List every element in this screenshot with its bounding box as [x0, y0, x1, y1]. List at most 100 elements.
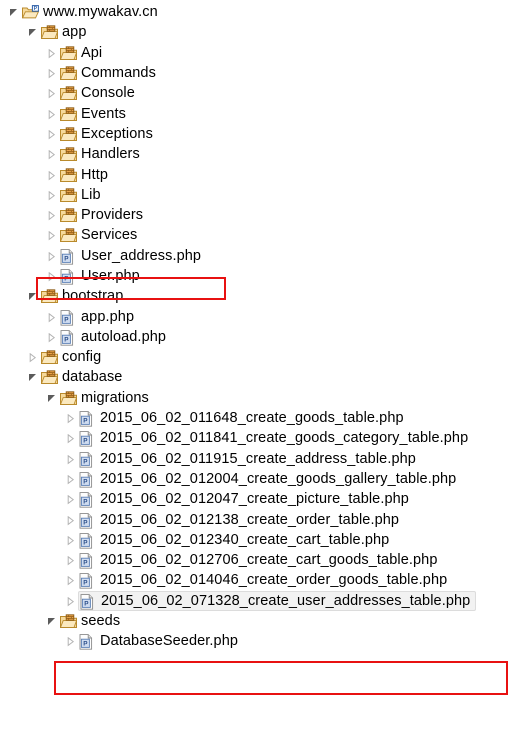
tree-item-label: User_address.php — [81, 247, 202, 264]
php-file-icon: P — [78, 408, 96, 428]
package-folder-icon — [59, 63, 77, 83]
tree-item-label: DatabaseSeeder.php — [100, 633, 239, 650]
php-file-icon: P — [78, 550, 96, 570]
tree-item-label: app.php — [81, 308, 135, 325]
tree-item-label: Exceptions — [81, 125, 153, 142]
triangle-expanded-icon[interactable] — [43, 611, 59, 631]
tree-row[interactable]: Providers — [0, 205, 520, 225]
package-folder-icon — [59, 388, 77, 408]
package-folder-icon — [59, 43, 77, 63]
triangle-collapsed-icon[interactable] — [43, 327, 59, 347]
tree-row[interactable]: config — [0, 347, 520, 367]
triangle-collapsed-icon[interactable] — [62, 408, 78, 428]
triangle-collapsed-icon[interactable] — [43, 124, 59, 144]
triangle-collapsed-icon[interactable] — [62, 469, 78, 489]
package-folder-icon — [59, 205, 77, 225]
tree-row[interactable]: Papp.php — [0, 306, 520, 326]
tree-item-label: Lib — [81, 186, 101, 203]
svg-text:P: P — [34, 6, 38, 12]
tree-row[interactable]: P 2015_06_02_012004_create_goods_gallery_… — [0, 469, 520, 489]
svg-text:P: P — [84, 600, 89, 607]
triangle-expanded-icon[interactable] — [24, 286, 40, 306]
triangle-collapsed-icon[interactable] — [43, 83, 59, 103]
package-folder-icon — [59, 144, 77, 164]
tree-row[interactable]: Commands — [0, 63, 520, 83]
triangle-collapsed-icon[interactable] — [62, 550, 78, 570]
tree-row[interactable]: P 2015_06_02_011841_create_goods_category… — [0, 428, 520, 448]
tree-row[interactable]: Events — [0, 103, 520, 123]
tree-item-label: 2015_06_02_012706_create_cart_goods_tabl… — [100, 552, 438, 569]
tree-item-label: seeds — [81, 613, 121, 630]
triangle-collapsed-icon[interactable] — [43, 104, 59, 124]
triangle-collapsed-icon[interactable] — [62, 428, 78, 448]
tree-item-label: 2015_06_02_012047_create_picture_table.p… — [100, 491, 409, 508]
tree-row[interactable]: Services — [0, 225, 520, 245]
tree-row[interactable]: P DatabaseSeeder.php — [0, 631, 520, 651]
triangle-collapsed-icon[interactable] — [43, 185, 59, 205]
tree-row[interactable]: Exceptions — [0, 124, 520, 144]
svg-text:P: P — [83, 519, 88, 526]
tree-row[interactable]: P 2015_06_02_012706_create_cart_goods_tab… — [0, 550, 520, 570]
triangle-expanded-icon[interactable] — [24, 367, 40, 387]
tree-item-label: 2015_06_02_012340_create_cart_table.php — [100, 531, 390, 548]
triangle-collapsed-icon[interactable] — [62, 591, 78, 611]
svg-text:P: P — [64, 336, 69, 343]
tree-item-label: Events — [81, 105, 126, 122]
triangle-collapsed-icon[interactable] — [62, 631, 78, 651]
tree-item-label: www.mywakav.cn — [43, 4, 158, 21]
package-folder-icon — [40, 347, 58, 367]
triangle-collapsed-icon[interactable] — [43, 63, 59, 83]
tree-row[interactable]: Pwww.mywakav.cn — [0, 2, 520, 22]
project-explorer-tree[interactable]: Pwww.mywakav.cn app Api Commands Console Even… — [0, 0, 520, 652]
tree-row[interactable]: P 2015_06_02_012047_create_picture_table.… — [0, 489, 520, 509]
tree-row[interactable]: app — [0, 22, 520, 42]
triangle-collapsed-icon[interactable] — [43, 165, 59, 185]
triangle-collapsed-icon[interactable] — [62, 449, 78, 469]
tree-row[interactable]: migrations — [0, 388, 520, 408]
triangle-collapsed-icon[interactable] — [62, 489, 78, 509]
triangle-collapsed-icon[interactable] — [43, 43, 59, 63]
tree-row[interactable]: P 2015_06_02_014046_create_order_goods_ta… — [0, 570, 520, 590]
tree-row[interactable]: P 2015_06_02_011648_create_goods_table.ph… — [0, 408, 520, 428]
tree-row[interactable]: P 2015_06_02_011915_create_address_table.… — [0, 449, 520, 469]
triangle-collapsed-icon[interactable] — [43, 266, 59, 286]
svg-text:P: P — [83, 499, 88, 506]
tree-item-label: database — [62, 369, 123, 386]
triangle-expanded-icon[interactable] — [5, 2, 21, 22]
triangle-collapsed-icon[interactable] — [43, 144, 59, 164]
tree-item-label: 2015_06_02_011841_create_goods_category_… — [100, 430, 469, 447]
tree-row[interactable]: P 2015_06_02_012138_create_order_table.ph… — [0, 509, 520, 529]
triangle-collapsed-icon[interactable] — [62, 510, 78, 530]
triangle-collapsed-icon[interactable] — [43, 205, 59, 225]
tree-item-label: bootstrap — [62, 288, 124, 305]
tree-row[interactable]: database — [0, 367, 520, 387]
tree-row[interactable]: Lib — [0, 185, 520, 205]
php-file-icon: P — [59, 327, 77, 347]
svg-text:P: P — [83, 479, 88, 486]
php-file-icon: P — [78, 631, 96, 651]
php-file-icon: P — [59, 246, 77, 266]
triangle-expanded-icon[interactable] — [43, 388, 59, 408]
tree-row[interactable]: Http — [0, 164, 520, 184]
tree-row[interactable]: P User_address.php — [0, 246, 520, 266]
tree-row[interactable]: bootstrap — [0, 286, 520, 306]
triangle-collapsed-icon[interactable] — [43, 307, 59, 327]
tree-row[interactable]: Handlers — [0, 144, 520, 164]
tree-row[interactable]: P User.php — [0, 266, 520, 286]
tree-row[interactable]: Pautoload.php — [0, 327, 520, 347]
tree-row[interactable]: Console — [0, 83, 520, 103]
tree-row[interactable]: seeds — [0, 611, 520, 631]
php-file-icon: P — [78, 489, 96, 509]
triangle-expanded-icon[interactable] — [24, 22, 40, 42]
triangle-collapsed-icon[interactable] — [62, 570, 78, 590]
tree-item-label: Services — [81, 227, 138, 244]
triangle-collapsed-icon[interactable] — [62, 530, 78, 550]
triangle-collapsed-icon[interactable] — [43, 225, 59, 245]
tree-row[interactable]: Api — [0, 43, 520, 63]
package-folder-icon — [59, 124, 77, 144]
selected-item[interactable]: P 2015_06_02_071328_create_user_addresses… — [78, 590, 477, 611]
tree-row[interactable]: P 2015_06_02_012340_create_cart_table.php — [0, 530, 520, 550]
tree-row[interactable]: P 2015_06_02_071328_create_user_addresses… — [0, 590, 520, 611]
triangle-collapsed-icon[interactable] — [43, 246, 59, 266]
triangle-collapsed-icon[interactable] — [24, 347, 40, 367]
